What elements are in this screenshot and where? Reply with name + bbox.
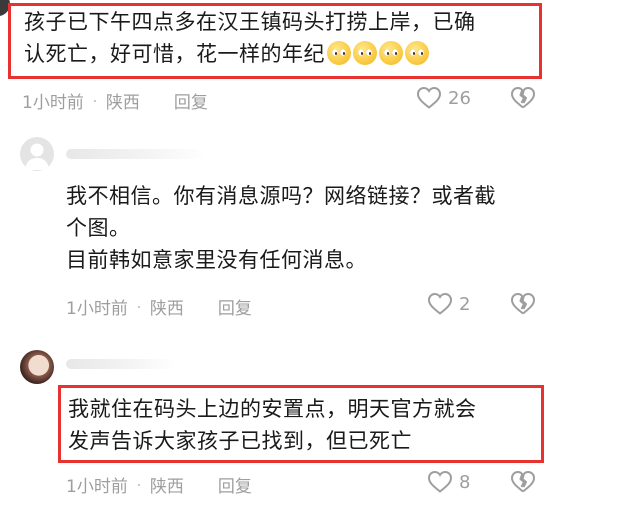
pleading-face-emoji [405, 41, 429, 65]
heart-outline-icon [416, 86, 442, 110]
comment-time: 1小时前 [66, 299, 128, 319]
reply-button[interactable]: 回复 [174, 88, 208, 113]
separator-dot [137, 483, 140, 486]
comment-text-line: 我就住在码头上边的安置点，明天官方就会 [68, 397, 477, 421]
comment-text: 我就住在码头上边的安置点，明天官方就会 发声告诉大家孩子已找到，但已死亡 [68, 393, 477, 457]
dislike-button[interactable] [510, 292, 536, 316]
like-button[interactable]: 8 [427, 470, 470, 494]
separator-dot [93, 99, 96, 102]
dislike-button[interactable] [510, 470, 536, 494]
comment-text-line: 发声告诉大家孩子已找到，但已死亡 [68, 429, 412, 453]
comment-location: 陕西 [149, 477, 184, 497]
comment-meta: 1小时前 陕西 回复 [66, 472, 252, 497]
like-button[interactable]: 2 [427, 292, 470, 316]
avatar[interactable] [20, 137, 54, 171]
username-redacted[interactable] [66, 149, 206, 159]
broken-heart-icon [510, 470, 536, 494]
broken-heart-icon [510, 292, 536, 316]
comment-text-line: 孩子已下午四点多在汉王镇码头打捞上岸，已确 [24, 10, 476, 34]
comment-text-line: 个图。 [66, 216, 131, 240]
separator-dot [137, 305, 140, 308]
comment-text: 我不相信。你有消息源吗？网络链接？或者截 个图。 目前韩如意家里没有任何消息。 [66, 180, 496, 276]
username-redacted[interactable] [66, 359, 176, 369]
pleading-face-emoji [327, 41, 351, 65]
default-avatar-icon [25, 143, 49, 170]
comment-text-line: 认死亡，好可惜，花一样的年纪 [24, 38, 476, 70]
pleading-face-emoji [353, 41, 377, 65]
like-count: 2 [459, 293, 471, 315]
comment-location: 陕西 [105, 93, 140, 113]
like-count: 26 [448, 87, 471, 109]
dislike-button[interactable] [510, 86, 536, 110]
avatar[interactable] [20, 350, 54, 384]
comment-location: 陕西 [149, 299, 184, 319]
reply-button[interactable]: 回复 [218, 294, 252, 319]
comment-time: 1小时前 [66, 477, 128, 497]
comment-text-line: 我不相信。你有消息源吗？网络链接？或者截 [66, 184, 496, 208]
like-count: 8 [459, 471, 471, 493]
heart-outline-icon [427, 292, 453, 316]
reply-button[interactable]: 回复 [218, 472, 252, 497]
comment-meta: 1小时前 陕西 回复 [66, 294, 252, 319]
comment-time: 1小时前 [22, 93, 84, 113]
pleading-face-emoji [379, 41, 403, 65]
heart-outline-icon [427, 470, 453, 494]
comment-text: 孩子已下午四点多在汉王镇码头打捞上岸，已确 认死亡，好可惜，花一样的年纪 [24, 6, 476, 70]
broken-heart-icon [510, 86, 536, 110]
like-button[interactable]: 26 [416, 86, 471, 110]
comment-text-line: 目前韩如意家里没有任何消息。 [66, 248, 367, 272]
comment-text-segment: 认死亡，好可惜，花一样的年纪 [24, 42, 325, 66]
comment-meta: 1小时前 陕西 回复 [22, 88, 208, 113]
